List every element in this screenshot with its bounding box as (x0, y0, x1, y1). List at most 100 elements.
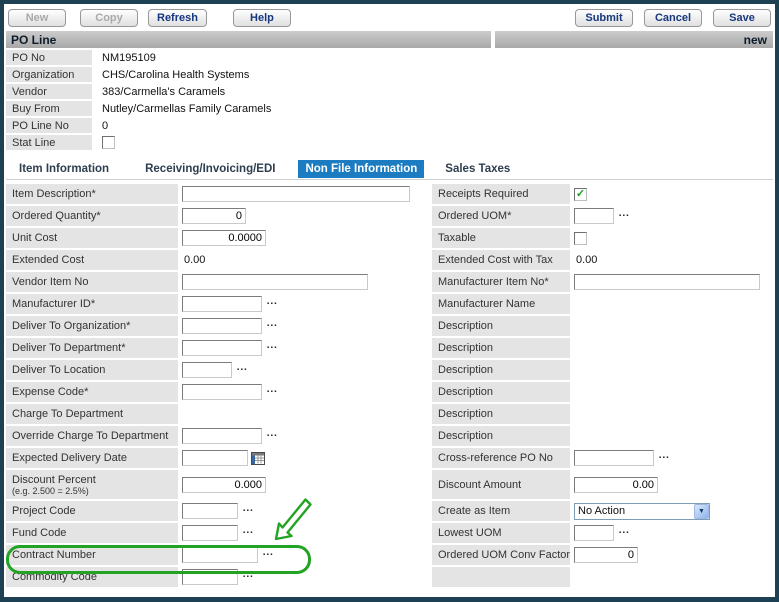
fund-code-input[interactable] (182, 525, 238, 541)
title-bar-right-segment: new (495, 31, 773, 48)
field-value-expense-code: ▪▪▪ (178, 384, 428, 400)
tab-item-information[interactable]: Item Information (12, 160, 116, 178)
manufacturer-name-row: Manufacturer Name (432, 294, 773, 314)
contract-number-input[interactable] (182, 547, 258, 563)
toolbar-button-submit[interactable]: Submit (575, 9, 633, 27)
field-value-lowest-uom: ▪▪▪ (570, 525, 773, 541)
discount-amount-row: Discount Amount (432, 470, 773, 499)
lookup-dots-icon[interactable]: ▪▪▪ (267, 389, 278, 395)
stat-line-checkbox[interactable] (102, 136, 115, 149)
field-label-vendor: Vendor (6, 84, 92, 99)
cross-reference-po-no-input[interactable] (574, 450, 654, 466)
field-label-deliver-to-location: Deliver To Location (6, 360, 178, 380)
toolbar-button-cancel[interactable]: Cancel (644, 9, 702, 27)
blank-row (432, 567, 773, 587)
tab-receiving-invoicing-edi[interactable]: Receiving/Invoicing/EDI (138, 160, 282, 178)
po-header-fields: PO NoNM195109OrganizationCHS/Carolina He… (6, 50, 773, 150)
field-value-vendor-item-no (178, 274, 428, 290)
field-value-unit-cost (178, 230, 428, 246)
lookup-dots-icon[interactable]: ▪▪▪ (243, 508, 254, 514)
description-row: Description (432, 338, 773, 358)
tab-non-file-information[interactable]: Non File Information (298, 160, 424, 178)
field-value-expected-delivery-date (178, 450, 428, 466)
field-label-receipts-required: Receipts Required (432, 184, 570, 204)
field-value-manufacturer-id: ▪▪▪ (178, 296, 428, 312)
lookup-dots-icon[interactable]: ▪▪▪ (659, 455, 670, 461)
calendar-icon[interactable] (251, 452, 265, 465)
expected-delivery-date-input[interactable] (182, 450, 248, 466)
lookup-dots-icon[interactable]: ▪▪▪ (267, 345, 278, 351)
non-file-information-form: Item Description*Ordered Quantity*Unit C… (6, 184, 773, 589)
chevron-down-icon[interactable]: ▼ (694, 504, 709, 519)
expense-code-row: Expense Code*▪▪▪ (6, 382, 428, 402)
discount-amount-input[interactable] (574, 477, 658, 493)
field-value-ordered-uom-conv-factor (570, 547, 773, 563)
discount-percent-row: Discount Percent(e.g. 2.500 = 2.5%) (6, 470, 428, 499)
field-label-deliver-to-department: Deliver To Department* (6, 338, 178, 358)
toolbar-button-refresh[interactable]: Refresh (148, 9, 207, 27)
override-charge-to-department-input[interactable] (182, 428, 262, 444)
field-label-fund-code: Fund Code (6, 523, 178, 543)
taxable-checkbox[interactable] (574, 232, 587, 245)
field-label-organization: Organization (6, 67, 92, 82)
toolbar-button-new[interactable]: New (8, 9, 66, 27)
po-header-row-organization: OrganizationCHS/Carolina Health Systems (6, 67, 773, 82)
app-window: New Copy Refresh Help Submit Cancel Save PO L… (0, 0, 779, 602)
project-code-input[interactable] (182, 503, 238, 519)
field-value-extended-cost: 0.00 (178, 254, 428, 266)
po-header-row-vendor: Vendor383/Carmella's Caramels (6, 84, 773, 99)
lookup-dots-icon[interactable]: ▪▪▪ (263, 552, 274, 558)
manufacturer-item-no-input[interactable] (574, 274, 760, 290)
deliver-to-department-input[interactable] (182, 340, 262, 356)
expense-code-input[interactable] (182, 384, 262, 400)
vendor-item-no-input[interactable] (182, 274, 368, 290)
field-value-ordered-quantity (178, 208, 428, 224)
tab-sales-taxes[interactable]: Sales Taxes (438, 160, 517, 178)
form-left-column: Item Description*Ordered Quantity*Unit C… (6, 184, 428, 589)
field-label-description: Description (432, 338, 570, 358)
lookup-dots-icon[interactable]: ▪▪▪ (267, 433, 278, 439)
toolbar-button-save[interactable]: Save (713, 9, 771, 27)
item-description-input[interactable] (182, 186, 410, 202)
lookup-dots-icon[interactable]: ▪▪▪ (237, 367, 248, 373)
ordered-quantity-input[interactable] (182, 208, 246, 224)
lookup-dots-icon[interactable]: ▪▪▪ (619, 530, 630, 536)
field-label-deliver-to-organization: Deliver To Organization* (6, 316, 178, 336)
field-label-description: Description (432, 360, 570, 380)
po-line-page: New Copy Refresh Help Submit Cancel Save PO L… (4, 4, 775, 597)
toolbar-button-copy[interactable]: Copy (80, 9, 138, 27)
lookup-dots-icon[interactable]: ▪▪▪ (619, 213, 630, 219)
manufacturer-id-input[interactable] (182, 296, 262, 312)
manufacturer-item-no-row: Manufacturer Item No* (432, 272, 773, 292)
field-label-manufacturer-id: Manufacturer ID* (6, 294, 178, 314)
create-as-item-select[interactable]: No Action▼ (574, 503, 710, 520)
discount-percent-input[interactable] (182, 477, 266, 493)
ordered-uom-input[interactable] (574, 208, 614, 224)
ordered-uom-conv-factor-input[interactable] (574, 547, 638, 563)
lookup-dots-icon[interactable]: ▪▪▪ (243, 574, 254, 580)
field-label-description: Description (432, 316, 570, 336)
field-label-ordered-quantity: Ordered Quantity* (6, 206, 178, 226)
deliver-to-location-input[interactable] (182, 362, 232, 378)
receipts-required-checkbox[interactable]: ✓ (574, 188, 587, 201)
unit-cost-input[interactable] (182, 230, 266, 246)
lookup-dots-icon[interactable]: ▪▪▪ (267, 323, 278, 329)
lookup-dots-icon[interactable]: ▪▪▪ (243, 530, 254, 536)
field-value-override-charge-to-department: ▪▪▪ (178, 428, 428, 444)
override-charge-to-department-row: Override Charge To Department▪▪▪ (6, 426, 428, 446)
field-value-stat-line (92, 136, 115, 149)
commodity-code-input[interactable] (182, 569, 238, 585)
po-line-title-bar: PO Line new (6, 31, 773, 48)
deliver-to-organization-input[interactable] (182, 318, 262, 334)
project-code-row: Project Code▪▪▪ (6, 501, 428, 521)
field-label-extended-cost: Extended Cost (6, 250, 178, 270)
field-value-deliver-to-organization: ▪▪▪ (178, 318, 428, 334)
field-value-commodity-code: ▪▪▪ (178, 569, 428, 585)
field-value-contract-number: ▪▪▪ (178, 547, 428, 563)
field-label-ordered-uom: Ordered UOM* (432, 206, 570, 226)
lookup-dots-icon[interactable]: ▪▪▪ (267, 301, 278, 307)
extended-cost-row: Extended Cost0.00 (6, 250, 428, 270)
lowest-uom-input[interactable] (574, 525, 614, 541)
toolbar-button-help[interactable]: Help (233, 9, 291, 27)
commodity-code-row: Commodity Code▪▪▪ (6, 567, 428, 587)
